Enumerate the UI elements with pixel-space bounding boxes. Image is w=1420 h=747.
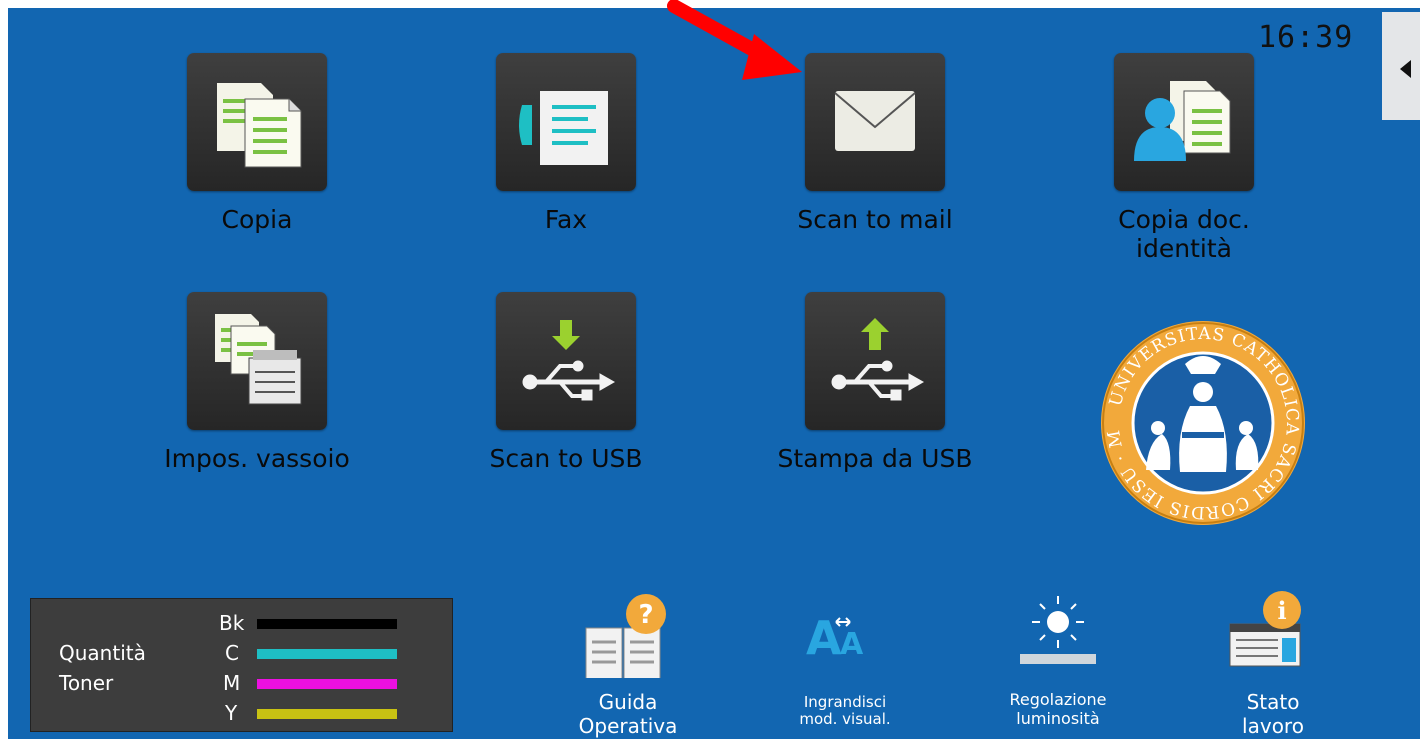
svg-text:i: i xyxy=(1277,596,1286,625)
print-from-usb-button[interactable] xyxy=(805,292,945,430)
brightness-adjust-button[interactable]: Regolazione luminosità xyxy=(990,588,1126,738)
usb-upload-icon xyxy=(831,318,925,401)
print-from-usb-label: Stampa da USB xyxy=(777,444,973,473)
user-guide-button[interactable]: ? Guida Operativa xyxy=(568,588,688,738)
toner-name-magenta: M xyxy=(223,671,241,695)
fax-label: Fax xyxy=(544,205,588,234)
scan-to-mail-label: Scan to mail xyxy=(797,205,953,234)
enlarge-display-label-line1: Ingrandisci xyxy=(803,693,887,711)
svg-text:A: A xyxy=(806,611,842,665)
id-card-copy-label-line1: Copia doc. xyxy=(1118,205,1250,234)
toner-label-line1: Quantità xyxy=(59,641,146,665)
clock: 16:39 xyxy=(1258,20,1354,55)
triangle-left-icon xyxy=(1400,60,1411,78)
side-panel-toggle[interactable] xyxy=(1382,12,1420,120)
scan-to-usb-button[interactable] xyxy=(496,292,636,430)
brightness-sun-icon xyxy=(1020,596,1096,664)
brightness-adjust-label-line1: Regolazione xyxy=(1009,690,1107,709)
tray-settings-icon xyxy=(215,314,302,405)
scan-to-usb-label: Scan to USB xyxy=(489,444,643,473)
user-guide-label-line2: Operativa xyxy=(578,714,678,738)
toner-bar-magenta xyxy=(257,679,397,689)
enlarge-display-button[interactable]: A A Ingrandisci mod. visual. xyxy=(780,588,910,738)
fax-button[interactable] xyxy=(496,53,636,191)
toner-name-black: Bk xyxy=(219,611,245,635)
job-status-icon: i xyxy=(1229,591,1301,667)
copy-label: Copia xyxy=(221,205,293,234)
toner-bar-black xyxy=(257,619,397,629)
user-guide-label: Guida Operativa xyxy=(568,690,688,738)
toner-level-panel: Quantità Toner Bk C M Y xyxy=(30,598,453,732)
job-status-label: Stato lavoro xyxy=(1218,690,1328,738)
annotation-arrow-icon xyxy=(667,0,802,80)
svg-text:?: ? xyxy=(638,600,653,630)
tray-settings-button[interactable] xyxy=(187,292,327,430)
scan-to-mail-button[interactable] xyxy=(805,53,945,191)
enlarge-display-label-line2: mod. visual. xyxy=(799,710,891,728)
toner-bar-cyan xyxy=(257,649,397,659)
usb-download-icon xyxy=(522,320,616,401)
envelope-icon xyxy=(834,91,916,151)
id-card-copy-label: Copia doc. identità xyxy=(1074,205,1294,263)
printer-home-screen: 16:39 Copia Fax Scan to mail Copia doc. … xyxy=(8,8,1420,739)
id-card-copy-button[interactable] xyxy=(1114,53,1254,191)
svg-text:A: A xyxy=(840,627,864,662)
text-size-icon: A A xyxy=(806,611,864,665)
toner-bar-yellow xyxy=(257,709,397,719)
brightness-adjust-label: Regolazione luminosità xyxy=(990,690,1126,728)
copy-button[interactable] xyxy=(187,53,327,191)
help-book-icon: ? xyxy=(585,594,666,681)
university-seal-logo: UNIVERSITAS CATHOLICA SACRI CORDIS IESU … xyxy=(1100,320,1305,525)
toner-name-cyan: C xyxy=(225,641,239,665)
job-status-label-line1: Stato xyxy=(1246,690,1300,714)
brightness-adjust-label-line2: luminosità xyxy=(1016,709,1100,728)
tray-settings-label: Impos. vassoio xyxy=(164,444,350,473)
toner-label-line2: Toner xyxy=(59,671,114,695)
job-status-button[interactable]: i Stato lavoro xyxy=(1218,588,1328,738)
enlarge-display-label: Ingrandisci mod. visual. xyxy=(780,694,910,728)
job-status-label-line2: lavoro xyxy=(1242,714,1304,738)
toner-name-yellow: Y xyxy=(225,701,238,725)
id-card-copy-icon xyxy=(1134,81,1231,161)
copy-documents-icon xyxy=(217,83,302,168)
id-card-copy-label-line2: identità xyxy=(1136,234,1232,263)
user-guide-label-line1: Guida xyxy=(598,690,658,714)
fax-icon xyxy=(519,91,608,165)
